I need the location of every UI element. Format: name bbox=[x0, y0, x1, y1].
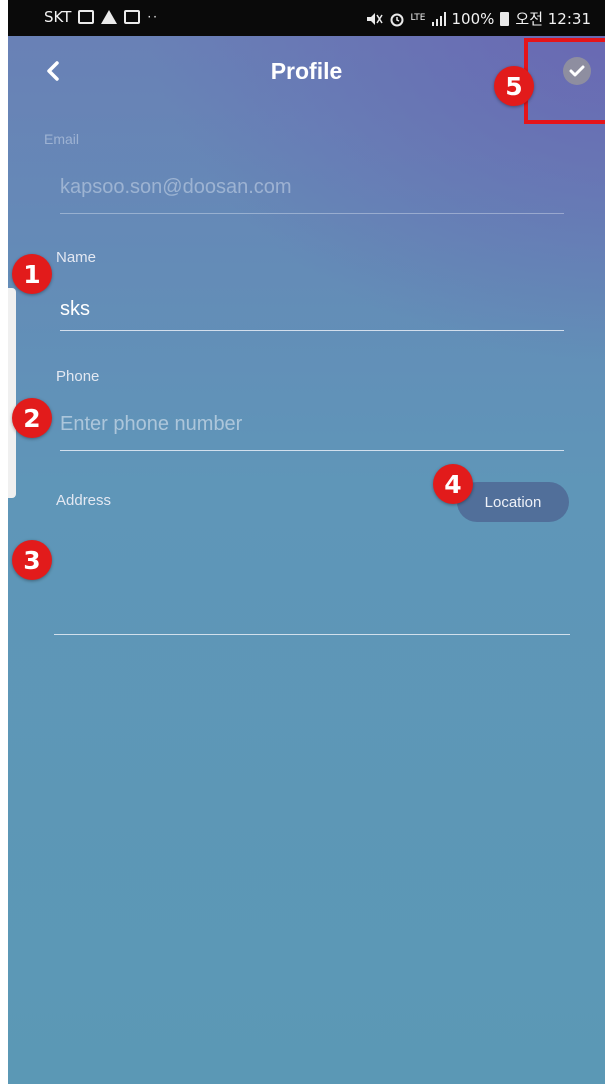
clock: 오전 12:31 bbox=[515, 10, 591, 28]
phone-label: Phone bbox=[56, 368, 100, 385]
warning-notification-icon bbox=[101, 10, 118, 24]
callout-badge-4: 4 bbox=[433, 464, 473, 504]
callout-badge-2: 2 bbox=[12, 398, 52, 438]
carrier-label: SKT bbox=[44, 8, 72, 26]
phone-underline bbox=[60, 450, 564, 451]
edge-panel-handle[interactable] bbox=[8, 288, 16, 498]
alarm-icon bbox=[390, 13, 404, 26]
more-notifications-icon: ·· bbox=[147, 10, 159, 24]
email-label: Email bbox=[44, 131, 80, 147]
callout-badge-1: 1 bbox=[12, 254, 52, 294]
name-label: Name bbox=[56, 249, 97, 266]
check-icon bbox=[569, 65, 585, 77]
status-bar-left: SKT ·· bbox=[44, 8, 159, 26]
status-bar-right: LTE 100% 오전 12:31 bbox=[365, 8, 591, 29]
name-underline bbox=[60, 330, 564, 331]
callout-badge-3: 3 bbox=[12, 540, 52, 580]
battery-percent: 100% bbox=[451, 9, 495, 28]
phone-input[interactable] bbox=[60, 410, 560, 438]
email-value: kapsoo.son@doosan.com bbox=[60, 176, 292, 198]
location-button[interactable]: Location bbox=[457, 482, 569, 522]
status-bar: SKT ·· LTE 100% 오전 12:31 bbox=[8, 0, 605, 36]
network-type-label: LTE bbox=[410, 13, 426, 23]
address-underline bbox=[54, 634, 570, 635]
address-input[interactable] bbox=[56, 540, 566, 620]
battery-icon bbox=[500, 11, 510, 26]
gallery-notification-icon bbox=[78, 10, 95, 24]
name-input[interactable] bbox=[60, 295, 560, 323]
save-button[interactable] bbox=[563, 57, 591, 85]
callout-badge-5: 5 bbox=[494, 66, 534, 106]
address-label: Address bbox=[56, 492, 112, 509]
signal-icon bbox=[431, 11, 446, 26]
mute-icon bbox=[366, 12, 383, 25]
email-underline bbox=[60, 213, 564, 214]
mail-notification-icon bbox=[124, 10, 141, 24]
profile-screen: SKT ·· LTE 100% 오전 12:31 Profile Email k… bbox=[8, 0, 605, 1084]
